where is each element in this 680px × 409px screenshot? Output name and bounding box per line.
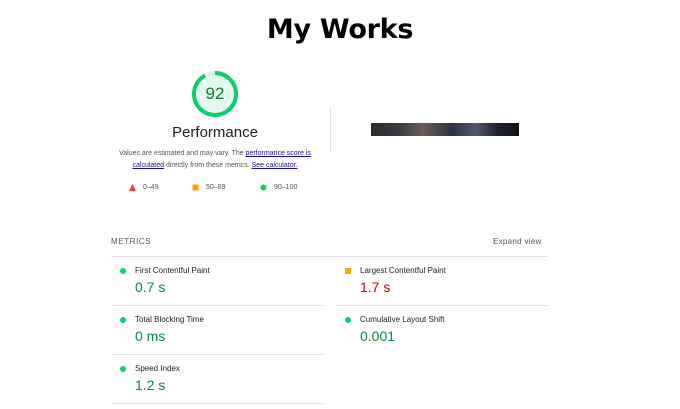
metric-value: 0.001 (360, 328, 396, 344)
metrics-row-divider (111, 305, 323, 306)
performance-label: Performance (172, 124, 258, 141)
metric-value: 1.7 s (360, 279, 391, 295)
circle-icon (260, 184, 267, 191)
good-status-icon (120, 317, 126, 323)
square-icon (192, 184, 199, 191)
metrics-heading: METRICS (111, 237, 152, 246)
metric-value: 0.7 s (135, 279, 166, 295)
good-status-icon (345, 317, 351, 323)
see-calculator-link[interactable]: See calculator. (252, 162, 298, 169)
metric-name: Largest Contentful Paint (360, 266, 446, 275)
triangle-icon (129, 184, 136, 191)
metrics-top-divider (111, 256, 548, 257)
metrics-row-divider (336, 305, 548, 306)
legend-label-fail: 0–49 (143, 184, 159, 191)
metric-name: Speed Index (135, 364, 180, 373)
performance-score: 92 (205, 84, 225, 103)
metrics-row-divider (111, 354, 323, 355)
estimate-note: Values are estimated and may vary. The p… (108, 148, 322, 172)
good-status-icon (120, 268, 126, 274)
metric-value: 0 ms (135, 328, 166, 344)
page-title: My Works (266, 14, 414, 45)
average-status-icon (345, 268, 351, 274)
good-status-icon (120, 366, 126, 372)
final-screenshot-thumbnail[interactable] (369, 121, 521, 138)
metric-name: Total Blocking Time (135, 315, 204, 324)
metric-name: Cumulative Layout Shift (360, 315, 445, 324)
metrics-bottom-divider (111, 403, 323, 404)
expand-view-toggle[interactable]: Expand view (493, 237, 542, 246)
legend-label-average: 50–89 (206, 184, 226, 191)
metric-name: First Contentful Paint (135, 266, 210, 275)
metric-value: 1.2 s (135, 377, 166, 393)
vertical-divider (330, 108, 331, 152)
note-text-middle: directly from these metrics. (164, 162, 252, 169)
legend-label-pass: 90–100 (274, 184, 298, 191)
note-text-start: Values are estimated and may vary. The (119, 150, 246, 157)
